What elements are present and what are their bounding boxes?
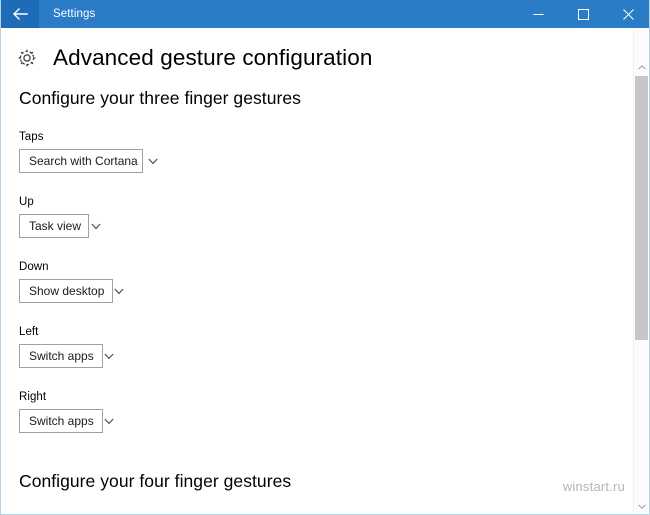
minimize-button[interactable] (516, 0, 561, 28)
section-four-finger-gestures: Configure your four finger gestures Taps… (1, 471, 649, 514)
maximize-button[interactable] (561, 0, 606, 28)
scroll-up-button[interactable] (634, 58, 649, 74)
title-bar: Settings (1, 0, 649, 28)
dropdown-three-finger-up[interactable]: Task view (19, 214, 101, 238)
app-title: Settings (53, 8, 96, 20)
field-label: Up (19, 196, 34, 208)
minimize-icon (533, 9, 544, 20)
back-arrow-icon (12, 7, 28, 21)
scroll-down-button[interactable] (634, 497, 649, 513)
field-up: Up Task view (19, 196, 649, 238)
dropdown-value: Switch apps (29, 414, 94, 428)
section-heading: Configure your three finger gestures (19, 88, 301, 108)
chevron-down-icon (104, 412, 114, 430)
field-label: Down (19, 261, 49, 273)
settings-window: Settings Advanced gesture configuration … (0, 0, 650, 515)
scroll-down-arrow-icon (637, 496, 646, 514)
close-button[interactable] (606, 0, 649, 28)
field-down: Down Show desktop (19, 261, 649, 303)
scrollbar-thumb[interactable] (635, 76, 648, 340)
field-left: Left Switch apps (19, 326, 649, 368)
dropdown-value: Switch apps (29, 349, 94, 363)
vertical-scrollbar[interactable] (633, 28, 649, 514)
titlebar-spacer (95, 0, 516, 28)
chevron-down-icon (114, 282, 124, 300)
dropdown-three-finger-right[interactable]: Switch apps (19, 409, 114, 433)
maximize-icon (578, 8, 589, 20)
scroll-up-arrow-icon (637, 57, 646, 75)
dropdown-three-finger-taps[interactable]: Search with Cortana (19, 149, 158, 173)
page-header: Advanced gesture configuration (1, 28, 649, 78)
dropdown-three-finger-down[interactable]: Show desktop (19, 279, 124, 303)
chevron-down-icon (91, 217, 101, 235)
gear-icon (17, 48, 37, 68)
dropdown-value: Search with Cortana (29, 154, 138, 168)
chevron-down-icon (104, 347, 114, 365)
section-three-finger-gestures: Configure your three finger gestures Tap… (1, 88, 649, 433)
page-title: Advanced gesture configuration (53, 45, 373, 70)
chevron-down-icon (148, 152, 158, 170)
back-button[interactable] (1, 0, 39, 28)
field-label: Taps (19, 131, 44, 143)
field-label: Left (19, 326, 39, 338)
dropdown-three-finger-left[interactable]: Switch apps (19, 344, 114, 368)
field-taps: Taps Search with Cortana (19, 131, 649, 173)
settings-content: Advanced gesture configuration Configure… (1, 28, 649, 514)
field-right: Right Switch apps (19, 391, 649, 433)
close-icon (623, 8, 634, 20)
section-heading: Configure your four finger gestures (19, 471, 292, 491)
dropdown-value: Show desktop (29, 284, 105, 298)
watermark: winstart.ru (562, 479, 625, 494)
dropdown-value: Task view (29, 219, 82, 233)
field-label: Right (19, 391, 47, 403)
